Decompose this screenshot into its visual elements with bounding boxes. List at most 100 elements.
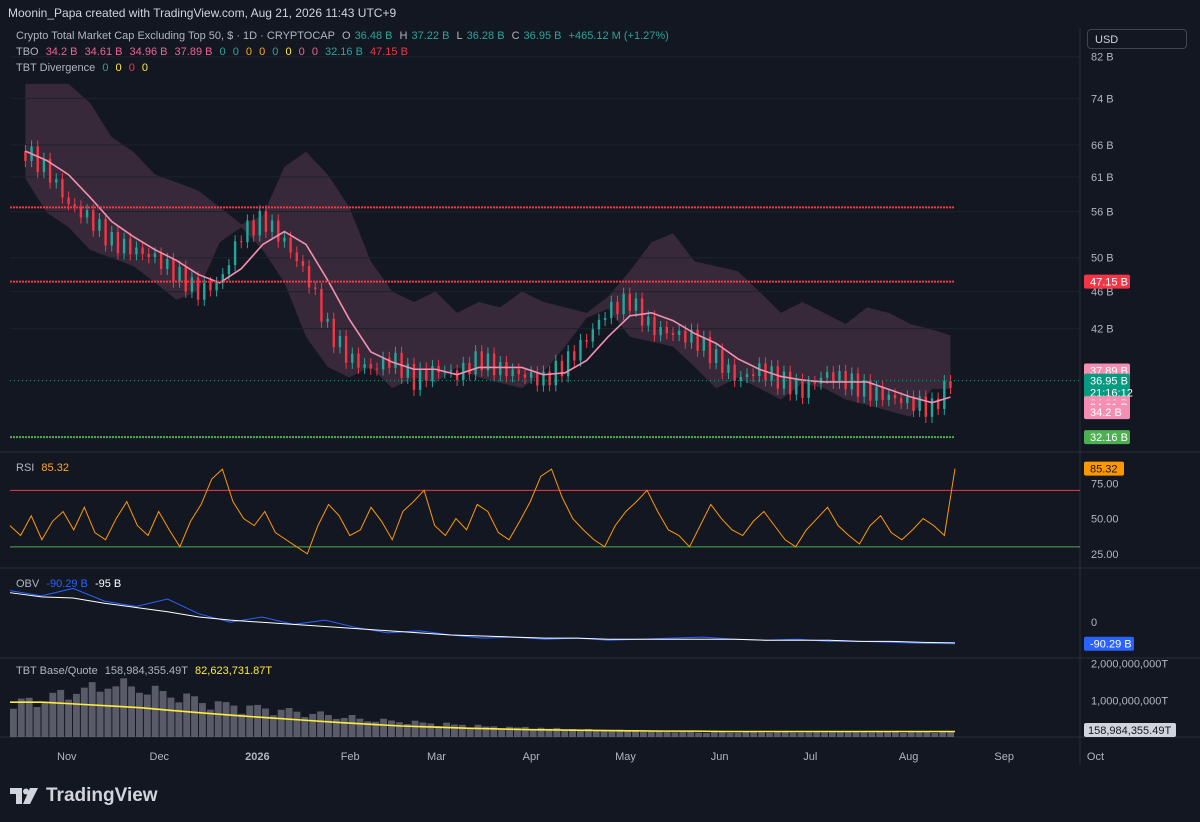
volume-bar <box>451 724 458 737</box>
candle-body <box>566 351 570 377</box>
candle-body <box>406 363 409 378</box>
candle-body <box>492 353 496 376</box>
price-tick-label: 82 B <box>1091 52 1114 64</box>
volume-bar <box>687 731 695 737</box>
candle-body <box>616 301 619 315</box>
rsi-legend[interactable]: RSI 85.32 <box>16 462 73 474</box>
volume-bar <box>766 732 773 737</box>
candle-body <box>264 211 268 232</box>
candle-body <box>431 365 434 381</box>
candle-body <box>283 237 286 242</box>
volume-bar <box>388 720 395 737</box>
volume-bar <box>175 702 183 737</box>
tbo-legend[interactable]: TBO 34.2 B 34.61 B 34.96 B 37.89 B 0 0 0… <box>16 46 412 58</box>
volume-bar <box>931 732 939 737</box>
volume-tick-label: 2,000,000,000T <box>1091 659 1168 671</box>
candle-body <box>591 329 594 342</box>
candle-body <box>628 293 631 311</box>
symbol-legend[interactable]: Crypto Total Market Cap Excluding Top 50… <box>16 30 673 42</box>
volume-bar <box>254 704 261 737</box>
brand-name: TradingView <box>46 785 158 806</box>
candle-body <box>209 283 212 291</box>
price-label: 47.15 B <box>1090 277 1128 289</box>
ohlc-high: 37.22 B <box>411 30 450 42</box>
candle-body <box>98 219 101 231</box>
price-tick-label: 42 B <box>1091 324 1114 336</box>
tbo-value: 34.96 B <box>129 46 168 58</box>
candle-body <box>338 336 342 348</box>
candle-body <box>536 372 539 386</box>
rsi-tick-label: 25.00 <box>1091 549 1119 561</box>
volume-bar <box>104 688 112 737</box>
time-tick-label: Apr <box>523 751 540 763</box>
candle-body <box>73 204 76 207</box>
tbo-value: 0 <box>285 46 292 58</box>
currency-button[interactable]: USD <box>1087 29 1187 49</box>
candle-body <box>135 247 138 255</box>
candle-body <box>307 266 311 288</box>
candle-body <box>104 219 107 246</box>
price-tick-label: 50 B <box>1091 253 1114 265</box>
candle-body <box>603 318 607 320</box>
time-tick-label: Dec <box>150 751 170 763</box>
candle-body <box>949 381 952 388</box>
volume-bar <box>726 732 734 737</box>
volume-bar <box>285 708 293 737</box>
candle-body <box>930 398 934 417</box>
tbo-value: 47.15 B <box>370 46 408 58</box>
ohlc-change: +465.12 M (+1.27%) <box>568 30 669 42</box>
candle-body <box>474 351 477 375</box>
candle-body <box>141 247 144 254</box>
volume-bar <box>632 731 639 737</box>
tbo-value: 34.2 B <box>45 46 78 58</box>
candle-body <box>314 287 317 290</box>
volume-bar <box>88 682 96 737</box>
rsi-title: RSI <box>16 462 35 474</box>
ohlc-close-label: C <box>511 30 520 42</box>
volume-bar <box>419 722 427 737</box>
volume-bar <box>348 715 356 737</box>
volume-bar <box>443 722 450 737</box>
rsi-tick-label: 50.00 <box>1091 514 1119 526</box>
volume-tick-label: 1,000,000,000T <box>1091 695 1168 707</box>
price-label: 34.2 B <box>1090 407 1122 419</box>
candle-body <box>819 377 823 384</box>
tbo-value: 32.16 B <box>325 46 363 58</box>
volume-value: 158,984,355.49T <box>104 665 188 677</box>
candle-body <box>369 364 372 369</box>
volume-legend[interactable]: TBT Base/Quote 158,984,355.49T 82,623,73… <box>16 665 276 677</box>
volume-ma-value: 82,623,731.87T <box>195 665 273 677</box>
divergence-value: 0 <box>102 62 109 74</box>
credit-line: Moonin_Papa created with TradingView.com… <box>8 6 397 20</box>
volume-bar <box>395 722 403 737</box>
chart-canvas[interactable]: 82 B74 B66 B61 B56 B50 B46 B42 B47.15 B3… <box>0 0 1200 822</box>
candle-body <box>745 374 749 378</box>
candle-body <box>351 353 354 363</box>
candle-body <box>277 220 280 242</box>
price-label: 32.16 B <box>1090 432 1128 444</box>
volume-bar <box>640 731 647 737</box>
divergence-label: TBT Divergence <box>16 62 96 74</box>
obv-legend[interactable]: OBV -90.29 B -95 B <box>16 578 125 590</box>
candle-body <box>721 349 724 373</box>
candle-body <box>116 231 120 254</box>
price-tick-label: 74 B <box>1091 93 1114 105</box>
candle-body <box>881 386 884 401</box>
time-tick-label: Feb <box>341 751 360 763</box>
time-tick-label: Jun <box>711 751 729 763</box>
candle-body <box>233 241 237 266</box>
volume-bar <box>703 732 710 737</box>
volume-bar <box>742 731 750 737</box>
candle-body <box>332 318 335 348</box>
volume-bar <box>663 732 671 737</box>
candle-body <box>246 220 249 243</box>
tradingview-logo[interactable]: TradingView <box>10 785 158 807</box>
time-tick-label: Mar <box>427 751 446 763</box>
tbo-value: 0 <box>232 46 239 58</box>
divergence-legend[interactable]: TBT Divergence 0 0 0 0 <box>16 62 152 74</box>
candle-body <box>166 258 169 269</box>
volume-bar <box>498 728 506 737</box>
candle-body <box>499 362 502 376</box>
candle-body <box>289 237 292 253</box>
candle-body <box>776 366 780 389</box>
